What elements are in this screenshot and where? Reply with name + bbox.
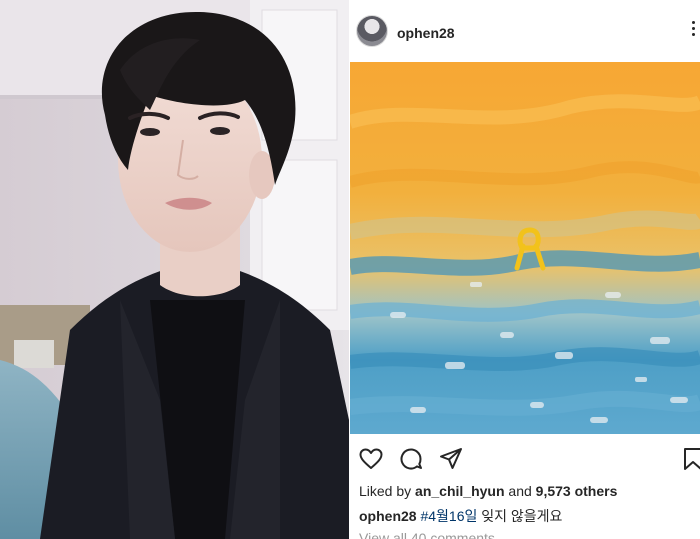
painting-illustration: [350, 62, 700, 434]
paper-plane-icon-svg: [440, 448, 462, 469]
comment-icon-svg: [400, 448, 422, 470]
post-username[interactable]: ophen28: [397, 25, 455, 41]
likes-middle: and: [508, 483, 532, 499]
more-options-icon[interactable]: [688, 18, 698, 44]
caption-hashtag[interactable]: #4월16일: [420, 508, 477, 524]
bookmark-icon[interactable]: [680, 446, 700, 472]
post-image[interactable]: [350, 62, 700, 434]
likes-prefix: Liked by: [359, 483, 412, 499]
avatar[interactable]: [356, 15, 388, 47]
post-caption: ophen28 #4월16일 잊지 않을게요: [359, 506, 562, 526]
portrait-photo: [0, 0, 349, 539]
bookmark-icon-svg: [684, 448, 700, 470]
heart-icon[interactable]: [358, 446, 384, 472]
post-header: ophen28: [350, 0, 700, 62]
view-all-comments-link[interactable]: View all 40 comments: [359, 530, 495, 539]
likes-count-link[interactable]: 9,573 others: [536, 483, 618, 499]
instagram-post: ophen28 Liked by an_chil_hyun and 9,573 …: [350, 0, 700, 539]
comment-icon[interactable]: [398, 446, 424, 472]
heart-icon-svg: [359, 448, 383, 469]
likes-line: Liked by an_chil_hyun and 9,573 others: [359, 483, 617, 499]
portrait-illustration: [0, 0, 349, 539]
caption-username[interactable]: ophen28: [359, 508, 417, 524]
paper-plane-icon[interactable]: [438, 446, 464, 472]
liked-by-user-link[interactable]: an_chil_hyun: [415, 483, 504, 499]
post-actions: [350, 436, 700, 482]
caption-text: 잊지 않을게요: [481, 508, 563, 524]
